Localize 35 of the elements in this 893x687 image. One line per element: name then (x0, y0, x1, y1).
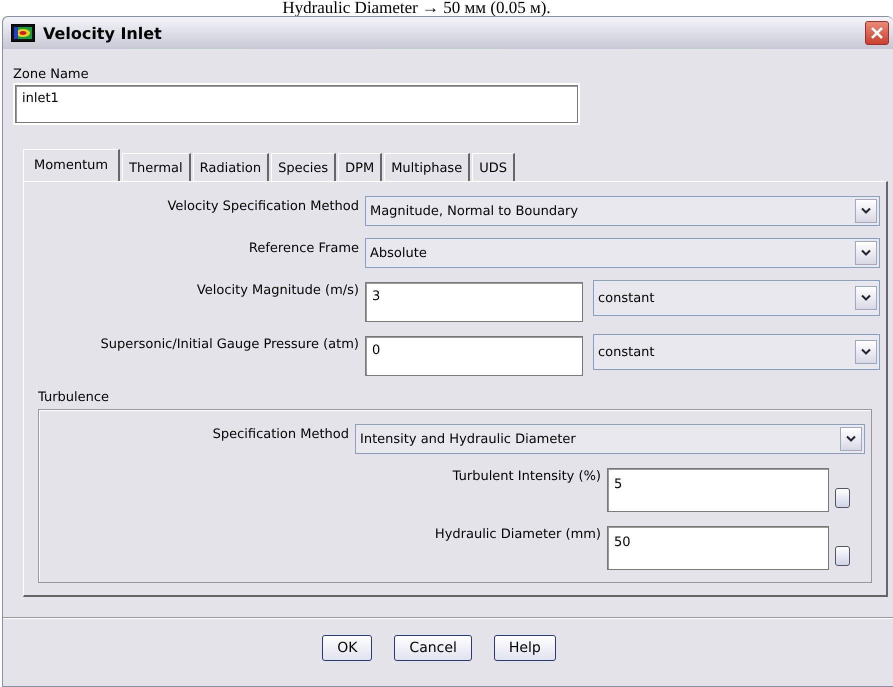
dialog-button[interactable]: Cancel (394, 635, 472, 661)
tab[interactable]: Multiphase (384, 153, 470, 181)
app-icon (11, 24, 35, 42)
value-field[interactable]: 5 (607, 468, 829, 512)
field-label: Velocity Specification Method (166, 198, 359, 214)
field-label: Specification Method (212, 426, 349, 442)
zone-name-label: Zone Name (13, 67, 90, 82)
dialog-button[interactable]: Help (494, 635, 556, 661)
value-field[interactable]: 0 (365, 336, 583, 376)
tab[interactable]: Radiation (192, 153, 270, 181)
dialog-button[interactable]: OK (322, 635, 372, 661)
field-label: Reference Frame (248, 240, 359, 256)
toggle-button[interactable] (835, 546, 850, 566)
dropdown[interactable]: Magnitude, Normal to Boundary (365, 196, 880, 226)
tab[interactable]: Momentum (23, 149, 120, 181)
value-field[interactable]: 50 (607, 526, 829, 570)
tab[interactable]: Thermal (122, 153, 191, 181)
field-label: Turbulent Intensity (%) (452, 468, 601, 484)
value-field[interactable]: 3 (365, 282, 583, 322)
dropdown[interactable]: constant (593, 280, 880, 316)
window-title: Velocity Inlet (43, 24, 163, 42)
tab[interactable]: Species (271, 153, 336, 181)
tab[interactable]: UDS (472, 153, 515, 181)
toggle-button[interactable] (835, 488, 850, 508)
field-label: Supersonic/Initial Gauge Pressure (atm) (100, 336, 359, 352)
tab[interactable]: DPM (338, 153, 382, 181)
field-label: Velocity Magnitude (m/s) (196, 282, 359, 298)
dropdown[interactable]: Absolute (365, 238, 880, 268)
zone-name-field[interactable]: inlet1 (15, 85, 578, 123)
group-title: Turbulence (38, 390, 110, 405)
caption-text: Hydraulic Diameter → 50 мм (0.05 м). (282, 0, 551, 16)
field-label: Hydraulic Diameter (mm) (434, 526, 601, 542)
close-button[interactable] (865, 21, 889, 45)
dropdown[interactable]: constant (593, 334, 880, 370)
dropdown[interactable]: Intensity and Hydraulic Diameter (355, 424, 865, 454)
